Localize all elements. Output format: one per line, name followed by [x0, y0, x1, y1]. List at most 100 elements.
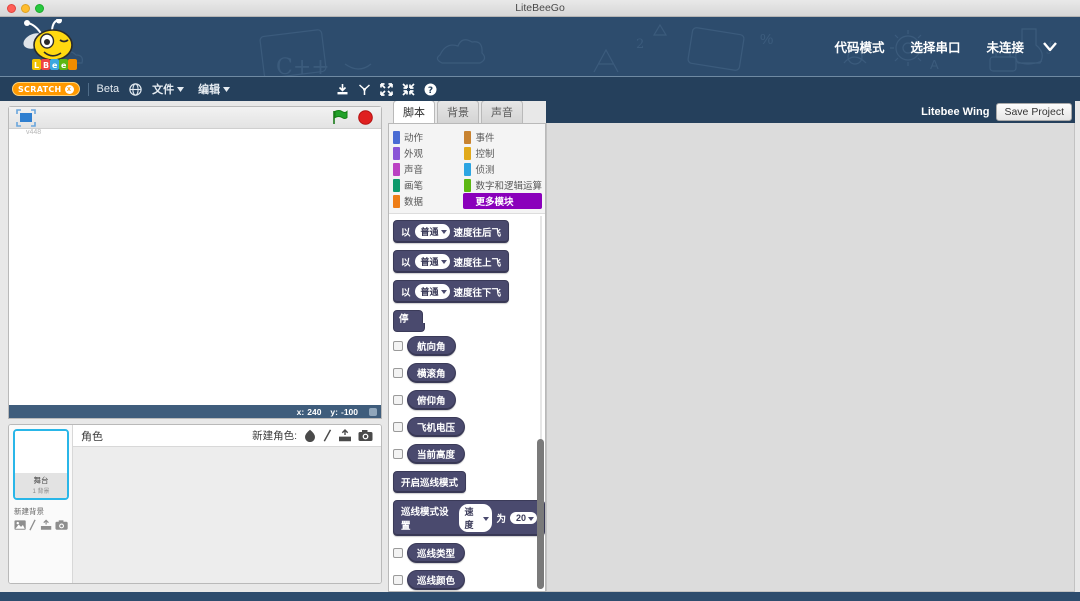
speed-dropdown[interactable]: 普通 [414, 224, 450, 239]
sprite-panel-header: 角色 新建角色: [73, 425, 381, 447]
stage-thumbnail[interactable]: 舞台 1 背景 [13, 429, 69, 500]
toolbar-divider [87, 82, 89, 96]
stage-column: v448 x: 240 y: -100 舞台 1 背景 新建背景 角色 新建角色… [0, 101, 387, 592]
category-motion[interactable]: 动作 [392, 129, 461, 145]
camera-backdrop-icon[interactable] [55, 519, 68, 531]
paint-new-sprite-icon[interactable] [303, 429, 317, 442]
tab-scripts[interactable]: 脚本 [393, 100, 435, 123]
nav-connection-status[interactable]: 未连接 [986, 37, 1024, 56]
block-monitor-checkbox[interactable] [393, 575, 403, 585]
block-roll-angle[interactable]: 横滚角 [407, 363, 456, 383]
chevron-down-icon[interactable] [1036, 36, 1064, 58]
upload-icon[interactable] [336, 83, 349, 96]
header-nav: 代码模式 选择串口 未连接 [834, 36, 1064, 58]
palette-scrollbar-thumb[interactable] [537, 439, 544, 589]
block-stop-label: 停 [399, 314, 409, 325]
block-monitor-checkbox[interactable] [393, 422, 403, 432]
propeller-icon[interactable] [358, 83, 371, 96]
block-prefix: 以 [401, 287, 411, 299]
stage-canvas[interactable] [9, 129, 381, 405]
category-control[interactable]: 控制 [463, 145, 542, 161]
block-row: 俯仰角 [393, 390, 545, 410]
category-label: 更多模块 [475, 197, 514, 208]
stage-coordinates: x: 240 y: -100 [9, 405, 381, 418]
block-row: 飞机电压 [393, 417, 545, 437]
category-label: 声音 [404, 165, 424, 176]
category-looks[interactable]: 外观 [392, 145, 461, 161]
category-swatch [393, 162, 400, 176]
tab-backdrops[interactable]: 背景 [437, 100, 479, 123]
category-events[interactable]: 事件 [463, 129, 542, 145]
block-current-altitude[interactable]: 当前高度 [407, 444, 466, 464]
beta-label: Beta [96, 83, 120, 95]
palette-scrollbar[interactable] [537, 216, 544, 589]
block-prefix: 以 [401, 227, 411, 239]
block-fly-up[interactable]: 以 普通 速度往上飞 [393, 250, 510, 273]
block-line-mode-setting[interactable]: 巡线模式设置 速度 为 20 [393, 500, 545, 536]
green-flag-icon[interactable] [332, 110, 348, 125]
litebee-logo[interactable]: L B e e [18, 17, 88, 75]
block-monitor-checkbox[interactable] [393, 449, 403, 459]
script-canvas[interactable] [546, 123, 1075, 592]
edit-menu[interactable]: 编辑 [198, 81, 231, 97]
speed-dropdown[interactable]: 普通 [414, 284, 450, 299]
tab-sounds[interactable]: 声音 [481, 100, 523, 123]
scratch-logo[interactable]: SCRATCH x [12, 82, 80, 96]
category-sound[interactable]: 声音 [392, 161, 461, 177]
upload-backdrop-icon[interactable] [40, 519, 52, 531]
expand-icon[interactable] [380, 82, 393, 96]
block-line-type[interactable]: 巡线类型 [407, 543, 466, 563]
category-pen[interactable]: 画笔 [392, 177, 461, 193]
category-swatch [464, 194, 472, 208]
nav-select-serial-port[interactable]: 选择串口 [910, 37, 960, 56]
block-aircraft-voltage[interactable]: 飞机电压 [407, 417, 466, 437]
block-fly-down[interactable]: 以 普通 速度往下飞 [393, 280, 510, 303]
camera-sprite-icon[interactable] [358, 429, 373, 442]
line-param-dropdown[interactable]: 速度 [458, 504, 493, 532]
line-value-dropdown[interactable]: 20 [509, 512, 537, 524]
category-sensing[interactable]: 侦测 [463, 161, 542, 177]
block-fly-backward[interactable]: 以 普通 速度往后飞 [393, 220, 510, 243]
file-menu-label: 文件 [152, 84, 175, 96]
category-label: 动作 [404, 133, 424, 144]
stop-button-icon[interactable] [358, 110, 373, 125]
shrink-icon[interactable] [402, 82, 415, 96]
paint-new-backdrop-icon[interactable] [29, 519, 37, 531]
block-start-line-mode[interactable]: 开启巡线模式 [393, 471, 467, 493]
stage-panel: v448 x: 240 y: -100 [8, 106, 382, 419]
category-data[interactable]: 数据 [392, 193, 461, 209]
nav-code-mode[interactable]: 代码模式 [834, 37, 884, 56]
sprite-list[interactable] [73, 447, 381, 583]
svg-text:B: B [43, 61, 49, 70]
choose-sprite-library-icon[interactable] [323, 429, 332, 442]
upload-sprite-icon[interactable] [338, 429, 352, 442]
chevron-down-icon [223, 86, 231, 92]
block-stop[interactable]: 停 [393, 310, 425, 332]
block-row: 横滚角 [393, 363, 545, 383]
presentation-mode-icon[interactable]: v448 [16, 108, 41, 136]
block-monitor-checkbox[interactable] [393, 395, 403, 405]
block-pitch-angle[interactable]: 俯仰角 [407, 390, 456, 410]
save-project-button[interactable]: Save Project [996, 103, 1072, 121]
block-row: 当前高度 [393, 444, 545, 464]
new-backdrop-icons [13, 519, 68, 531]
svg-text:A: A [930, 57, 939, 72]
category-operators[interactable]: 数字和逻辑运算 [463, 177, 542, 193]
block-monitor-checkbox[interactable] [393, 368, 403, 378]
category-swatch [464, 162, 472, 176]
block-line-color[interactable]: 巡线颜色 [407, 570, 466, 590]
choose-backdrop-library-icon[interactable] [14, 519, 26, 531]
sprite-panel-title: 角色 [81, 430, 103, 443]
svg-text:L: L [34, 61, 39, 70]
category-more-blocks[interactable]: 更多模块 [463, 193, 542, 209]
stage-resize-grip[interactable] [369, 407, 377, 416]
block-heading-angle[interactable]: 航向角 [407, 336, 456, 356]
category-label: 数据 [404, 197, 424, 208]
speed-dropdown[interactable]: 普通 [414, 254, 450, 269]
globe-icon[interactable] [129, 82, 142, 96]
block-prefix: 巡线模式设置 [401, 507, 449, 532]
block-monitor-checkbox[interactable] [393, 341, 403, 351]
help-icon[interactable]: ? [424, 83, 437, 96]
file-menu[interactable]: 文件 [152, 81, 185, 97]
block-monitor-checkbox[interactable] [393, 548, 403, 558]
